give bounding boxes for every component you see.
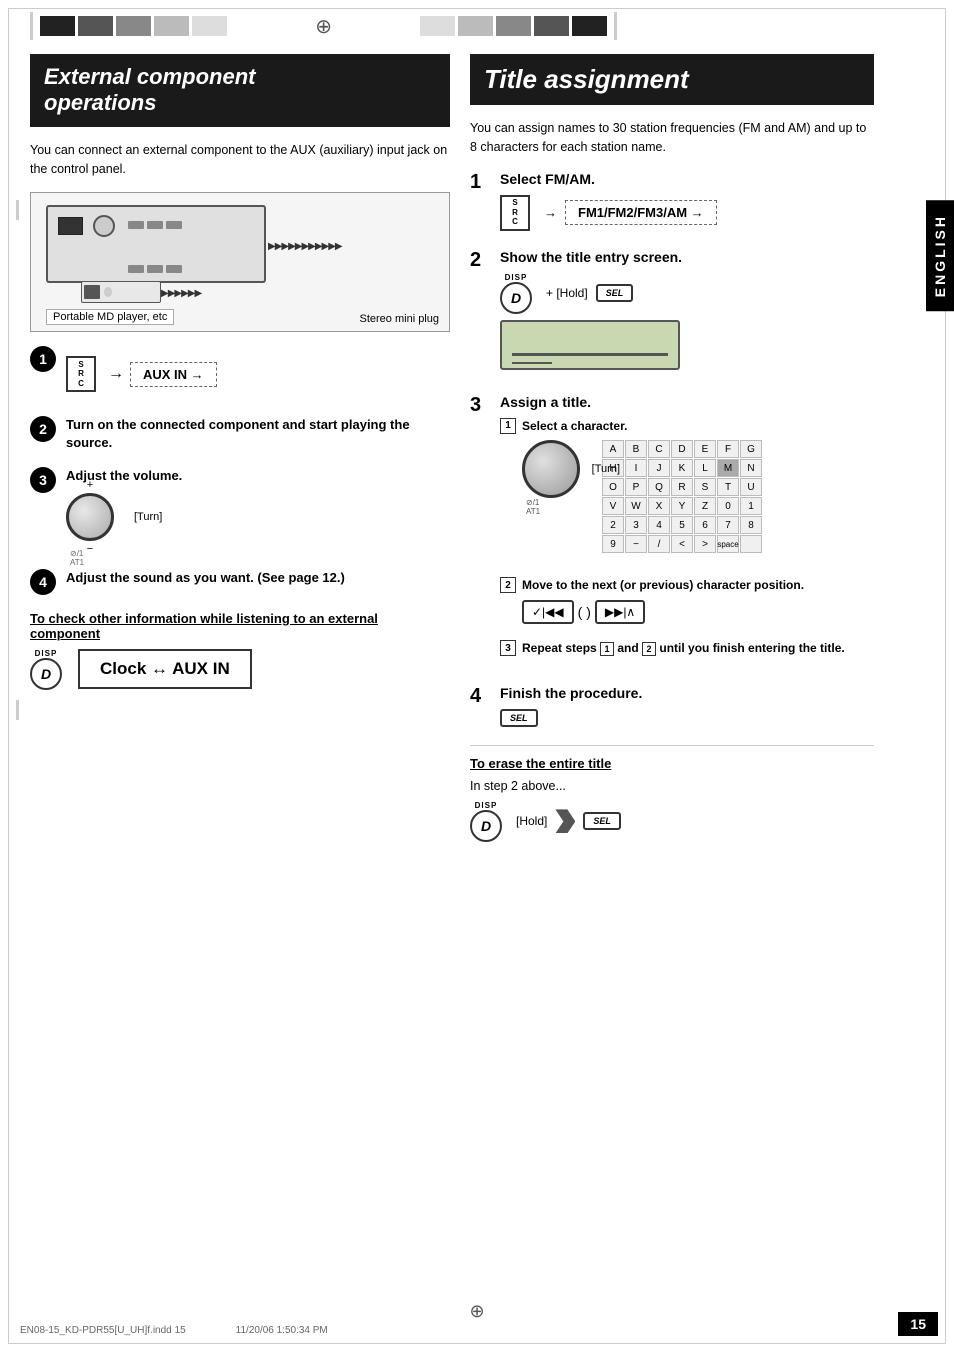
stereo-label: Stereo mini plug: [360, 313, 440, 325]
display-screen: [500, 320, 680, 370]
volume-knob[interactable]: [66, 493, 114, 541]
char-select-knob[interactable]: [522, 440, 580, 498]
turn-label: [Turn]: [592, 463, 620, 475]
page-number: 15: [898, 1312, 938, 1336]
english-tab: ENGLISH: [926, 200, 954, 311]
portable-label: Portable MD player, etc: [46, 309, 174, 325]
footer-text: EN08-15_KD-PDR55[U_UH]f.indd 15 11/20/06…: [20, 1325, 328, 1336]
